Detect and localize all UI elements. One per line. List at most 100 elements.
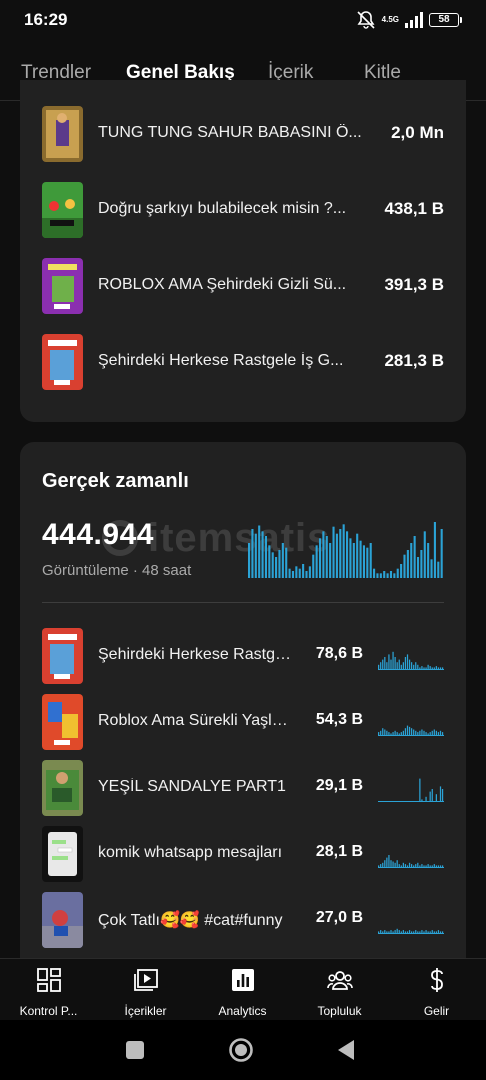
chart-bar [400, 564, 403, 578]
chart-bar [308, 566, 311, 578]
chart-bar [254, 533, 257, 578]
home-icon[interactable] [227, 1036, 255, 1064]
sparkline-bar [406, 654, 409, 670]
chart-bar [342, 524, 345, 578]
sparkline-bar [413, 931, 415, 934]
realtime-video-row[interactable]: Çok Tatlı🥰🥰 #cat#funny 27,0 B [42, 892, 444, 948]
sparkline-bar [378, 732, 380, 736]
sparkline-bar [413, 865, 415, 868]
nav-content[interactable]: İçerikler [97, 967, 194, 1018]
chart-bar [305, 571, 308, 578]
sparkline-bar [400, 865, 402, 868]
chart-bar [271, 552, 274, 578]
sparkline-bar [427, 733, 429, 736]
battery-icon: 58 [429, 13, 462, 27]
chart-bar [437, 561, 440, 578]
sparkline-bar [386, 857, 388, 868]
content-icon [133, 969, 158, 991]
sparkline-bar [378, 931, 380, 934]
sparkline-bar [404, 728, 407, 736]
sparkline-bar [435, 865, 437, 868]
chart-bar [430, 559, 433, 578]
video-sparkline [378, 651, 444, 670]
sparkline-bar [439, 865, 442, 868]
sparkline-bar [425, 667, 427, 670]
video-sparkline [378, 855, 444, 868]
sparkline-bar [431, 730, 433, 736]
video-thumbnail [42, 694, 83, 750]
recents-icon[interactable] [121, 1036, 149, 1064]
sparkline-bar [421, 864, 423, 868]
chart-bar [383, 571, 386, 578]
sparkline-bar [392, 931, 394, 934]
sparkline-bar [421, 799, 423, 802]
realtime-video-row[interactable]: Roblox Ama Sürekli Yaşlanıyorum 54,3 B [42, 694, 444, 750]
sparkline-bar [425, 930, 427, 934]
sparkline-bar [380, 930, 382, 934]
sparkline-bar [435, 794, 437, 802]
video-views: 29,1 B [315, 777, 363, 794]
chart-bar [420, 550, 423, 578]
sparkline-bar [429, 732, 431, 736]
top-video-row[interactable]: Şehirdeki Herkese Rastgele İş G... 281,3… [42, 334, 444, 390]
sparkline-bar [378, 865, 380, 868]
nav-analytics[interactable]: Analytics [194, 967, 291, 1018]
video-thumbnail [42, 826, 83, 882]
dashboard-icon [36, 968, 61, 992]
realtime-video-row[interactable]: Şehirdeki Herkese Rastgele İş Gücü 78,6 … [42, 628, 444, 684]
sparkline-bar [415, 730, 417, 736]
sparkline-bar [384, 930, 386, 934]
video-thumbnail [42, 258, 83, 314]
chart-bar [332, 526, 335, 578]
chart-bar [403, 554, 406, 578]
sparkline-bar [435, 666, 437, 670]
chart-bar [315, 545, 318, 578]
sparkline-bar [394, 730, 396, 736]
nav-earn[interactable]: Gelir [388, 967, 485, 1018]
sparkline-bar [423, 730, 425, 736]
sparkline-bar [417, 664, 419, 670]
sparkline-bar [417, 732, 419, 736]
sparkline-bar [394, 930, 396, 934]
top-video-row[interactable]: ROBLOX AMA Şehirdeki Gizli Sü... 391,3 B [42, 258, 444, 314]
nav-dashboard[interactable]: Kontrol P... [0, 967, 97, 1018]
sparkline-bar [423, 865, 425, 868]
sparkline-bar [411, 728, 413, 736]
sparkline-bar [396, 662, 398, 670]
top-video-row[interactable]: Doğru şarkıyı bulabilecek misin ?... 438… [42, 182, 444, 238]
chart-bar [339, 529, 342, 578]
nav-label: İçerikler [124, 1004, 167, 1018]
back-icon[interactable] [333, 1036, 361, 1064]
video-thumbnail [42, 892, 83, 948]
nav-community[interactable]: Topluluk [291, 967, 388, 1018]
sparkline-bar [433, 667, 435, 670]
network-label: 4.5G [381, 15, 399, 24]
video-thumbnail [42, 628, 83, 684]
sparkline-bar [431, 789, 433, 802]
sparkline-bar [394, 862, 396, 868]
realtime-video-row[interactable]: YEŞİL SANDALYE PART1 29,1 B [42, 760, 444, 816]
chart-bar [359, 540, 362, 578]
chart-bar [261, 531, 264, 578]
sparkline-bar [392, 861, 394, 868]
sparkline-bar [394, 657, 396, 670]
chart-bar [281, 543, 284, 578]
chart-bar [433, 522, 436, 578]
sparkline-bar [417, 931, 419, 934]
sparkline-bar [419, 667, 421, 670]
chart-bar [251, 529, 254, 578]
realtime-video-row[interactable]: komik whatsapp mesajları 28,1 B [42, 826, 444, 882]
chart-bar [423, 531, 426, 578]
realtime-card[interactable]: Gerçek zamanlı itemsatis 444.944 Görüntü… [20, 442, 466, 982]
sparkline-bar [400, 732, 402, 736]
sparkline-bar [413, 729, 415, 736]
sparkline-bar [431, 930, 433, 934]
chart-bar [349, 538, 352, 578]
video-views: 438,1 B [384, 199, 444, 218]
status-icons: 4.5G 58 [356, 9, 462, 31]
video-title: ROBLOX AMA Şehirdeki Gizli Sü... [98, 276, 347, 293]
realtime-total-views: 444.944 [42, 518, 154, 551]
sparkline-bar [419, 931, 421, 934]
sparkline-bar [419, 865, 421, 868]
top-video-row[interactable]: TUNG TUNG SAHUR BABASINI Ö... 2,0 Mn [42, 106, 444, 162]
